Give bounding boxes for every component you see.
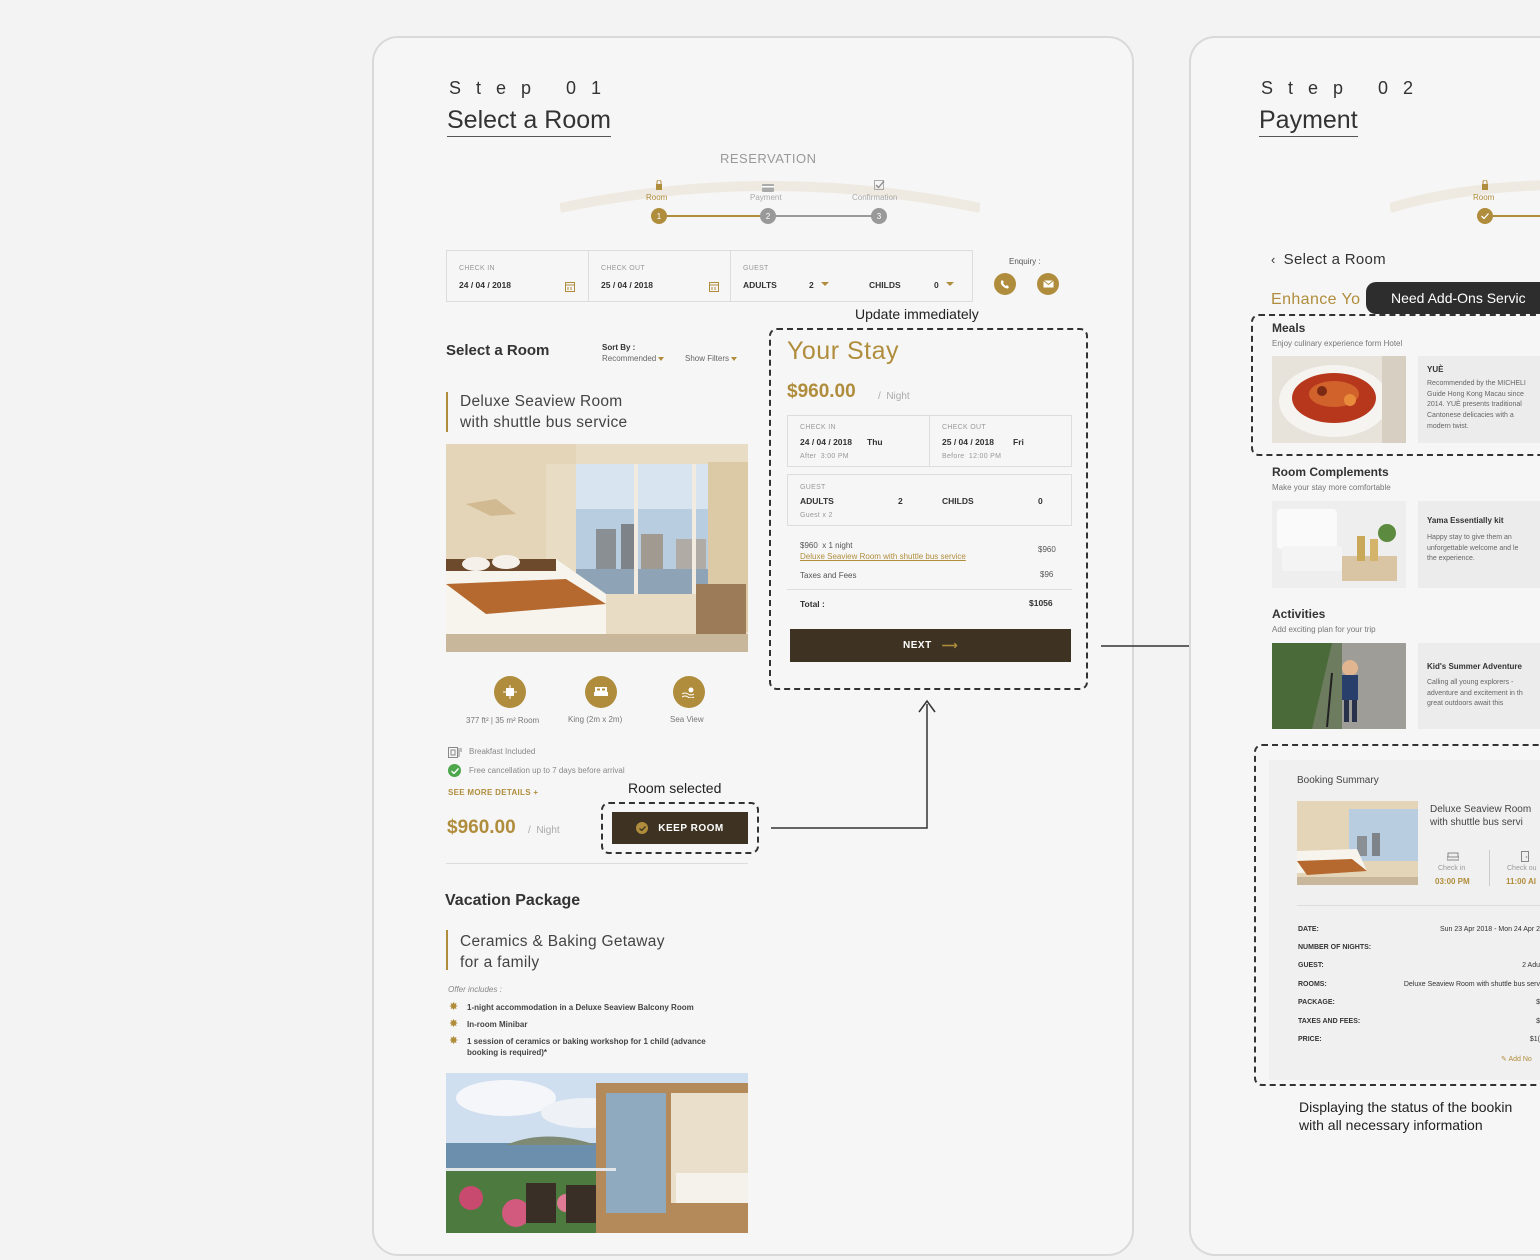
summary-divider bbox=[1489, 850, 1490, 886]
summary-row-value: $ bbox=[1536, 999, 1540, 1006]
activities-item-title: Kid's Summer Adventure bbox=[1427, 662, 1522, 671]
summary-row-value: $1( bbox=[1529, 1036, 1540, 1043]
status-annotation-line1: Displaying the status of the bookin bbox=[1299, 1099, 1513, 1115]
back-link-label: Select a Room bbox=[1283, 251, 1386, 268]
status-annotation: Displaying the status of the bookin with… bbox=[1299, 1098, 1512, 1134]
summary-row-label: PRICE: bbox=[1298, 1036, 1322, 1043]
summary-row-value: $ bbox=[1536, 1018, 1540, 1025]
summary-checkin-time: 03:00 PM bbox=[1435, 877, 1470, 886]
activities-item-desc: Calling all young explorers - adventure … bbox=[1427, 678, 1523, 710]
desc-line: the experience. bbox=[1427, 555, 1475, 563]
activities-subtitle: Add exciting plan for your trip bbox=[1272, 625, 1376, 634]
progress-line-done bbox=[1493, 215, 1540, 217]
desc-line: adventure and excitement in th bbox=[1427, 689, 1523, 697]
summary-row-label: NUMBER OF NIGHTS: bbox=[1298, 944, 1372, 951]
summary-row-label: GUEST: bbox=[1298, 962, 1324, 969]
complements-title: Room Complements bbox=[1272, 465, 1389, 479]
progress-swoosh bbox=[1390, 180, 1540, 213]
complements-item-title: Yama Essentially kit bbox=[1427, 516, 1504, 525]
step2-progress-room-dot[interactable] bbox=[1477, 208, 1493, 224]
meals-photo[interactable] bbox=[1272, 356, 1406, 443]
summary-row-label: TAXES AND FEES: bbox=[1298, 1018, 1361, 1025]
desc-line: modern twist. bbox=[1427, 422, 1469, 430]
back-select-room-link[interactable]: ‹ Select a Room bbox=[1271, 251, 1386, 268]
chevron-left-icon: ‹ bbox=[1271, 252, 1276, 267]
summary-title: Booking Summary bbox=[1297, 775, 1379, 786]
complements-photo[interactable] bbox=[1272, 501, 1406, 588]
summary-rule bbox=[1297, 905, 1540, 906]
desc-line: Happy stay to give them an bbox=[1427, 534, 1512, 541]
summary-row-value: 2 Adu bbox=[1522, 962, 1540, 969]
summary-row-label: ROOMS: bbox=[1298, 981, 1327, 988]
desc-line: great outdoors await this bbox=[1427, 700, 1504, 708]
status-annotation-line2: with all necessary information bbox=[1299, 1117, 1483, 1133]
summary-room-line1: Deluxe Seaview Room bbox=[1430, 804, 1532, 815]
step2-progress-room-label[interactable]: Room bbox=[1473, 193, 1494, 202]
enhance-title: Enhance Yo bbox=[1271, 291, 1361, 308]
addons-tooltip-text: Need Add-Ons Servic bbox=[1391, 290, 1526, 306]
desc-line: Recommended by the MICHELI bbox=[1427, 380, 1526, 387]
complements-item-desc: Happy stay to give them an unforgettable… bbox=[1427, 533, 1518, 565]
summary-room-line2: with shuttle bus servi bbox=[1430, 817, 1523, 828]
activities-title: Activities bbox=[1272, 607, 1326, 621]
desc-line: unforgettable welcome and le bbox=[1427, 544, 1519, 552]
summary-checkin-label: Check in bbox=[1438, 865, 1466, 872]
complements-subtitle: Make your stay more comfortable bbox=[1272, 483, 1391, 492]
activities-photo[interactable] bbox=[1272, 643, 1406, 729]
summary-row-label: DATE: bbox=[1298, 926, 1319, 933]
meals-item-title: YUÈ bbox=[1427, 365, 1444, 374]
summary-row-value: Deluxe Seaview Room with shuttle bus ser… bbox=[1403, 981, 1540, 988]
desc-line: Guide Hong Kong Macau since bbox=[1427, 390, 1524, 398]
step2-label: S t e p 0 2 bbox=[1261, 78, 1419, 98]
summary-checkout-time: 11:00 AI bbox=[1506, 877, 1536, 886]
meals-item-desc: Recommended by the MICHELI Guide Hong Ko… bbox=[1427, 379, 1526, 433]
desc-line: Calling all young explorers - bbox=[1427, 679, 1514, 686]
add-note-link[interactable]: ✎ Add No bbox=[1501, 1055, 1532, 1063]
meals-subtitle: Enjoy culinary experience form Hotel bbox=[1272, 339, 1403, 348]
summary-room-photo bbox=[1297, 801, 1418, 885]
desc-line: 2014. YUÈ presents traditional bbox=[1427, 401, 1522, 409]
step2-title: Payment bbox=[1259, 106, 1358, 137]
pencil-icon: ✎ bbox=[1501, 1056, 1507, 1063]
summary-room-name: Deluxe Seaview Room with shuttle bus ser… bbox=[1430, 803, 1531, 829]
desc-line: Cantonese delicacies with a bbox=[1427, 412, 1514, 420]
meals-title: Meals bbox=[1272, 321, 1306, 335]
addons-tooltip: Need Add-Ons Servic bbox=[1366, 282, 1540, 314]
summary-row-label: PACKAGE: bbox=[1298, 999, 1335, 1006]
add-note-label: Add No bbox=[1508, 1056, 1532, 1063]
summary-row-value: Sun 23 Apr 2018 - Mon 24 Apr 2 bbox=[1439, 926, 1540, 933]
summary-checkout-label: Check ou bbox=[1507, 865, 1537, 872]
